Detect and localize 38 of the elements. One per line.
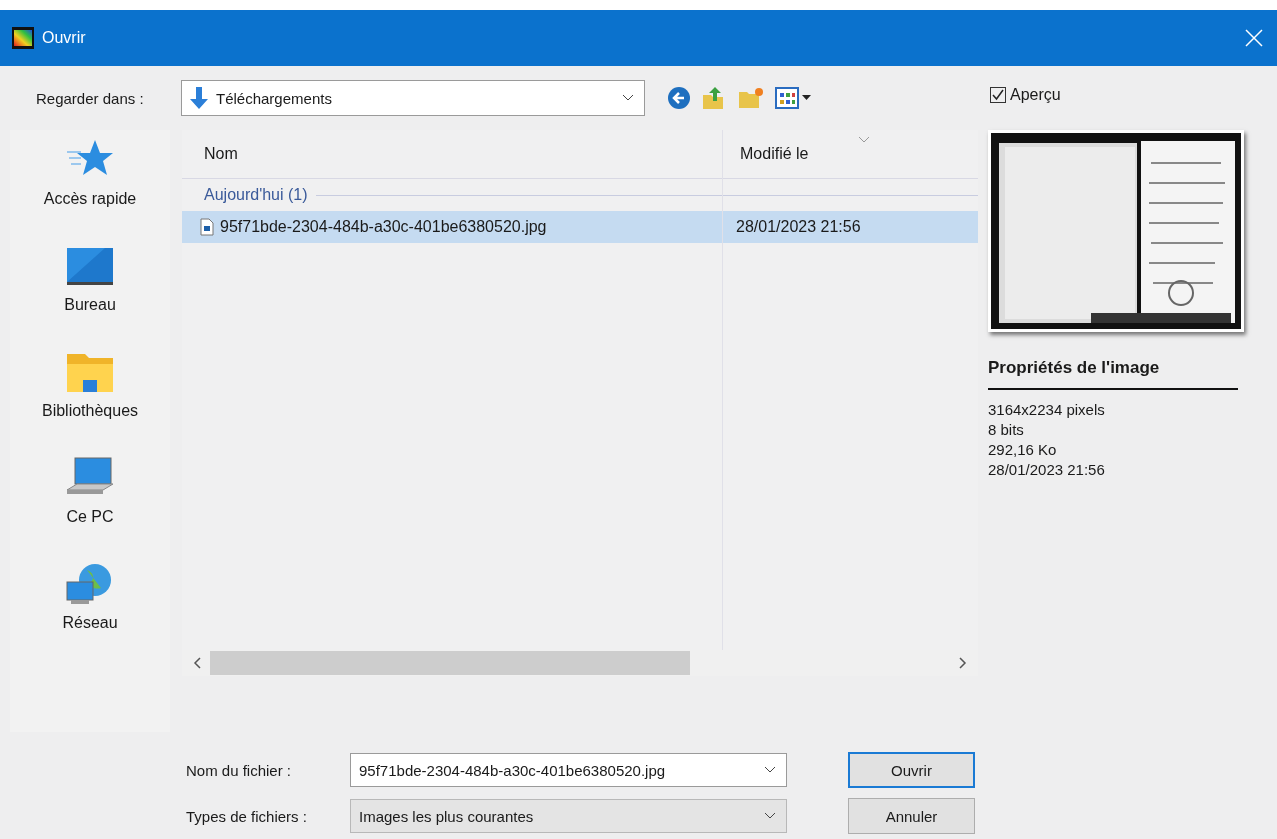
property-text: 292,16 Ko	[988, 440, 1058, 460]
checkmark-icon	[991, 88, 1005, 102]
property-text: 28/01/2023 21:56	[988, 460, 1106, 480]
close-icon[interactable]	[1245, 29, 1263, 47]
file-row[interactable]: 95f71bde-2304-484b-a30c-401be6380520.jpg 28/01/2023 21:56	[182, 211, 978, 243]
chevron-down-icon	[764, 812, 776, 820]
image-file-icon	[200, 218, 214, 236]
file-name-field[interactable]: 95f71bde-2304-484b-a30c-401be6380520.jpg	[350, 753, 787, 787]
open-button[interactable]: Ouvrir	[848, 752, 975, 788]
file-name-label: Nom du fichier :	[186, 761, 293, 779]
look-in-label: Regarder dans :	[36, 89, 145, 107]
cancel-button[interactable]: Annuler	[848, 798, 975, 834]
group-header[interactable]: Aujourd'hui (1)	[204, 186, 308, 204]
look-in-dropdown[interactable]: Téléchargements	[181, 80, 645, 116]
app-icon	[12, 27, 34, 49]
column-header[interactable]: Nom	[182, 145, 726, 163]
property-text: 8 bits	[988, 420, 1025, 440]
sort-chevron-icon	[858, 136, 870, 144]
scroll-left-icon[interactable]	[192, 657, 202, 669]
places-item[interactable]: Réseau	[62, 562, 118, 668]
chevron-down-icon	[622, 94, 634, 102]
places-item[interactable]: Bureau	[64, 244, 116, 350]
places-item[interactable]: Accès rapide	[43, 138, 137, 244]
file-name: 95f71bde-2304-484b-a30c-401be6380520.jpg	[220, 218, 547, 236]
view-menu-icon[interactable]	[775, 86, 813, 110]
preview-checkbox[interactable]: Aperçu	[990, 86, 1061, 104]
file-type-label: Types de fichiers :	[186, 807, 308, 825]
property-text: 3164x2234 pixels	[988, 400, 1106, 420]
places-item[interactable]: Ce PC	[65, 456, 115, 562]
column-header[interactable]: Modifié le	[726, 145, 809, 163]
scroll-right-icon[interactable]	[958, 657, 968, 669]
download-arrow-icon	[188, 86, 210, 110]
properties-title: Propriétés de l'image	[988, 358, 1238, 390]
window-title: Ouvrir	[42, 29, 87, 47]
places-item[interactable]: Bibliothèques	[41, 350, 139, 456]
modified-date: 28/01/2023 21:56	[735, 218, 861, 236]
chevron-down-icon	[764, 766, 776, 774]
file-type-dropdown[interactable]: Images les plus courantes	[350, 799, 787, 833]
